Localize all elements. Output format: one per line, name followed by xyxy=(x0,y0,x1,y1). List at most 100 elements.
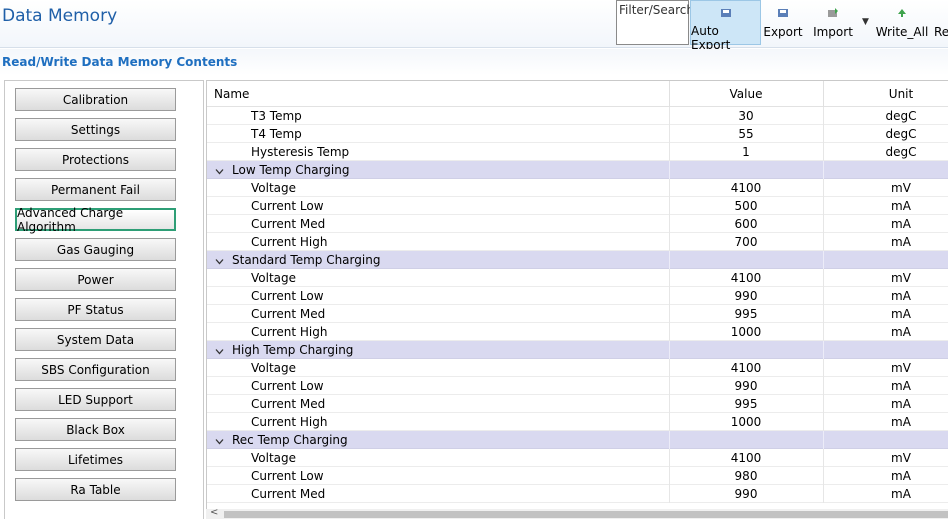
column-header-unit[interactable]: Unit xyxy=(823,87,948,101)
row-unit: degC xyxy=(885,127,917,141)
row-value[interactable]: 4100 xyxy=(669,451,823,465)
filter-search-input[interactable]: Filter/Search xyxy=(616,0,694,45)
row-unit: mA xyxy=(891,379,911,393)
group-name: High Temp Charging xyxy=(232,343,354,357)
import-button[interactable]: Import xyxy=(811,0,855,45)
category-system-data[interactable]: System Data xyxy=(15,328,176,351)
export-icon xyxy=(776,6,790,20)
table-row[interactable]: Current Med 995 mA xyxy=(207,305,948,323)
column-header-name[interactable]: Name xyxy=(214,87,249,101)
row-value[interactable]: 995 xyxy=(669,397,823,411)
row-value[interactable]: 1000 xyxy=(669,415,823,429)
category-ra-table[interactable]: Ra Table xyxy=(15,478,176,501)
write-all-label: Write_All xyxy=(875,25,929,39)
category-advanced-charge-algorithm[interactable]: Advanced Charge Algorithm xyxy=(15,206,176,234)
category-led-support[interactable]: LED Support xyxy=(15,388,176,411)
group-row[interactable]: High Temp Charging xyxy=(207,341,948,359)
table-row[interactable]: Current Low 500 mA xyxy=(207,197,948,215)
row-unit: mA xyxy=(891,217,911,231)
group-row[interactable]: Low Temp Charging xyxy=(207,161,948,179)
table-row[interactable]: Voltage 4100 mV xyxy=(207,269,948,287)
table-row[interactable]: Current Low 990 mA xyxy=(207,287,948,305)
row-value[interactable]: 990 xyxy=(669,487,823,501)
category-calibration[interactable]: Calibration xyxy=(15,88,176,111)
table-row[interactable]: Current Low 990 mA xyxy=(207,377,948,395)
row-unit: mV xyxy=(891,361,911,375)
row-name: Voltage xyxy=(251,271,297,285)
row-value[interactable]: 995 xyxy=(669,307,823,321)
import-icon xyxy=(826,6,840,20)
table-row[interactable]: Current Med 600 mA xyxy=(207,215,948,233)
category-power[interactable]: Power xyxy=(15,268,176,291)
row-value[interactable]: 980 xyxy=(669,469,823,483)
row-value[interactable]: 4100 xyxy=(669,181,823,195)
horizontal-scrollbar[interactable]: < xyxy=(206,507,948,519)
chevron-down-icon[interactable] xyxy=(215,255,224,265)
row-unit: mA xyxy=(891,397,911,411)
table-row[interactable]: Hysteresis Temp 1 degC xyxy=(207,143,948,161)
category-pf-status[interactable]: PF Status xyxy=(15,298,176,321)
table-row[interactable]: Current Med 990 mA xyxy=(207,485,948,503)
category-permanent-fail[interactable]: Permanent Fail xyxy=(15,178,176,201)
table-row[interactable]: Current Med 995 mA xyxy=(207,395,948,413)
row-name: Current High xyxy=(251,325,328,339)
export-button[interactable]: Export xyxy=(763,0,803,45)
table-row[interactable]: Current High 1000 mA xyxy=(207,413,948,431)
write-all-button[interactable]: Write_All xyxy=(876,0,928,45)
read-label: Re xyxy=(934,25,948,39)
category-lifetimes[interactable]: Lifetimes xyxy=(15,448,176,471)
section-title: Read/Write Data Memory Contents xyxy=(2,55,238,69)
row-value[interactable]: 30 xyxy=(669,109,823,123)
row-unit: mV xyxy=(891,451,911,465)
table-row[interactable]: T4 Temp 55 degC xyxy=(207,125,948,143)
row-value[interactable]: 700 xyxy=(669,235,823,249)
row-value[interactable]: 1 xyxy=(669,145,823,159)
category-sbs-configuration[interactable]: SBS Configuration xyxy=(15,358,176,381)
row-unit: mA xyxy=(891,325,911,339)
row-value[interactable]: 990 xyxy=(669,379,823,393)
row-value[interactable]: 55 xyxy=(669,127,823,141)
row-value[interactable]: 500 xyxy=(669,199,823,213)
row-value[interactable]: 600 xyxy=(669,217,823,231)
table-row[interactable]: Voltage 4100 mV xyxy=(207,449,948,467)
scrollbar-thumb[interactable] xyxy=(224,511,948,518)
row-unit: mV xyxy=(891,181,911,195)
row-value[interactable]: 990 xyxy=(669,289,823,303)
row-value[interactable]: 1000 xyxy=(669,325,823,339)
row-value[interactable]: 4100 xyxy=(669,361,823,375)
category-protections[interactable]: Protections xyxy=(15,148,176,171)
row-name: Hysteresis Temp xyxy=(251,145,350,159)
table-row[interactable]: Voltage 4100 mV xyxy=(207,179,948,197)
category-gas-gauging[interactable]: Gas Gauging xyxy=(15,238,176,261)
scroll-left-icon[interactable]: < xyxy=(210,507,218,518)
row-unit: mA xyxy=(891,487,911,501)
table-row[interactable]: Current High 700 mA xyxy=(207,233,948,251)
import-label: Import xyxy=(813,25,853,39)
group-row[interactable]: Standard Temp Charging xyxy=(207,251,948,269)
auto-export-button[interactable]: Auto Export xyxy=(690,0,761,52)
row-value[interactable]: 4100 xyxy=(669,271,823,285)
row-name: T3 Temp xyxy=(251,109,302,123)
row-name: Current High xyxy=(251,415,328,429)
import-dropdown-icon[interactable]: ▼ xyxy=(862,17,869,27)
row-name: Voltage xyxy=(251,181,297,195)
table-row[interactable]: Current High 1000 mA xyxy=(207,323,948,341)
category-settings[interactable]: Settings xyxy=(15,118,176,141)
chevron-down-icon[interactable] xyxy=(215,435,224,445)
row-name: Current Med xyxy=(251,217,326,231)
read-button[interactable]: Re xyxy=(934,0,948,45)
chevron-down-icon[interactable] xyxy=(215,165,224,175)
row-unit: mA xyxy=(891,199,911,213)
row-unit: degC xyxy=(885,109,917,123)
read-icon xyxy=(934,6,948,20)
row-unit: mA xyxy=(891,235,911,249)
row-unit: degC xyxy=(885,145,917,159)
chevron-down-icon[interactable] xyxy=(215,345,224,355)
column-header-value[interactable]: Value xyxy=(669,87,823,101)
table-row[interactable]: T3 Temp 30 degC xyxy=(207,107,948,125)
category-black-box[interactable]: Black Box xyxy=(15,418,176,441)
group-row[interactable]: Rec Temp Charging xyxy=(207,431,948,449)
row-name: Current Med xyxy=(251,307,326,321)
table-row[interactable]: Voltage 4100 mV xyxy=(207,359,948,377)
table-row[interactable]: Current Low 980 mA xyxy=(207,467,948,485)
